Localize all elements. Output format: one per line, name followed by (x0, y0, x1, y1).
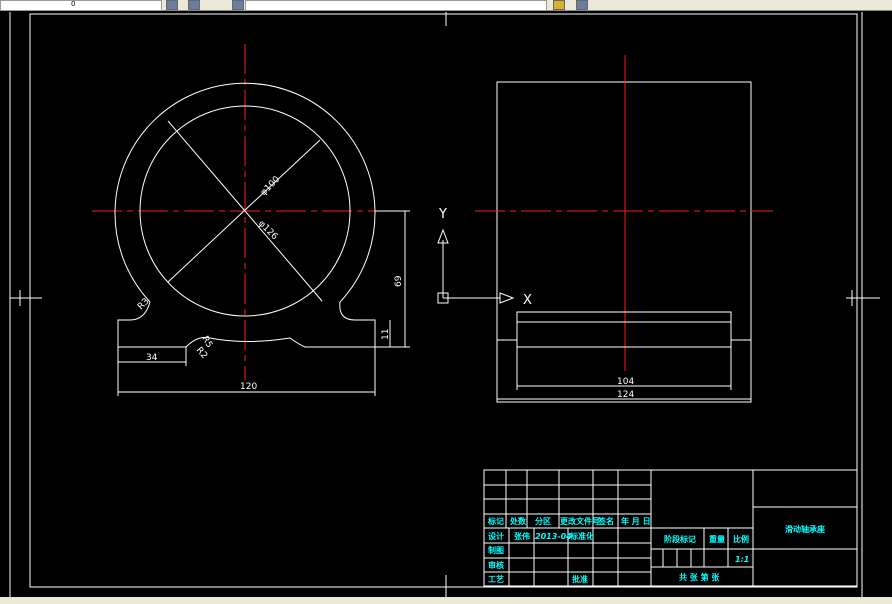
layer-state-icon[interactable] (188, 0, 200, 10)
dim-radius-r3: R3 (136, 297, 152, 313)
dim-foot-width: 34 (146, 353, 158, 363)
header-date: 年 月 日 (621, 516, 651, 526)
design-label: 设计 (488, 531, 504, 541)
layer-properties-icon[interactable] (166, 0, 178, 10)
side-outline (496, 81, 752, 403)
dim-base-thickness: 11 (381, 329, 391, 340)
header-count: 处数 (509, 516, 527, 526)
header-signature: 签名 (597, 516, 614, 526)
designer-name: 张伟 (514, 531, 530, 541)
dim-total-length: 124 (617, 390, 634, 400)
dim-height: 69 (394, 275, 404, 287)
ucs-y-label: Y (438, 207, 447, 222)
approve-label: 批准 (572, 574, 588, 584)
part-name: 滑动轴承座 (785, 524, 825, 534)
base-outline (117, 301, 376, 348)
scale-label: 比例 (733, 534, 749, 544)
design-date: 2013-04 (535, 532, 572, 541)
header-zone: 分区 (535, 516, 551, 526)
front-view[interactable]: φ100 φ126 69 11 34 120 R3 R5 R2 (92, 44, 410, 396)
layer-value: 0 (71, 0, 76, 8)
ucs-icon: Y X (437, 207, 532, 308)
dim-outer-diameter: φ126 (256, 219, 280, 243)
dim-inner-length: 104 (617, 377, 634, 387)
header-change-doc: 更改文件号 (560, 516, 600, 526)
title-block: 标记 处数 分区 更改文件号 签名 年 月 日 设计 张伟 2013-04 标准… (483, 469, 858, 587)
scale-value: 1:1 (735, 555, 749, 564)
standardization-label: 标准化 (569, 531, 594, 541)
ucs-x-label: X (523, 293, 532, 308)
drawing-label: 制图 (488, 545, 504, 555)
layer-previous-icon[interactable] (232, 0, 244, 10)
sheet-count: 共 张 第 张 (679, 572, 720, 582)
layer-tools-icon[interactable] (576, 0, 588, 10)
weight-label: 重量 (709, 534, 725, 544)
header-mark: 标记 (487, 516, 504, 526)
stage-mark-label: 阶段标记 (664, 534, 696, 544)
shaft-rect (516, 311, 732, 348)
process-label: 工艺 (488, 574, 504, 584)
dim-total-width: 120 (240, 382, 257, 392)
status-bar (0, 597, 892, 604)
make-current-icon[interactable] (553, 0, 565, 10)
side-view[interactable]: 104 124 (475, 55, 773, 403)
drawing-canvas[interactable]: φ100 φ126 69 11 34 120 R3 R5 R2 Y X 104 … (0, 10, 892, 598)
review-label: 审核 (488, 560, 504, 570)
